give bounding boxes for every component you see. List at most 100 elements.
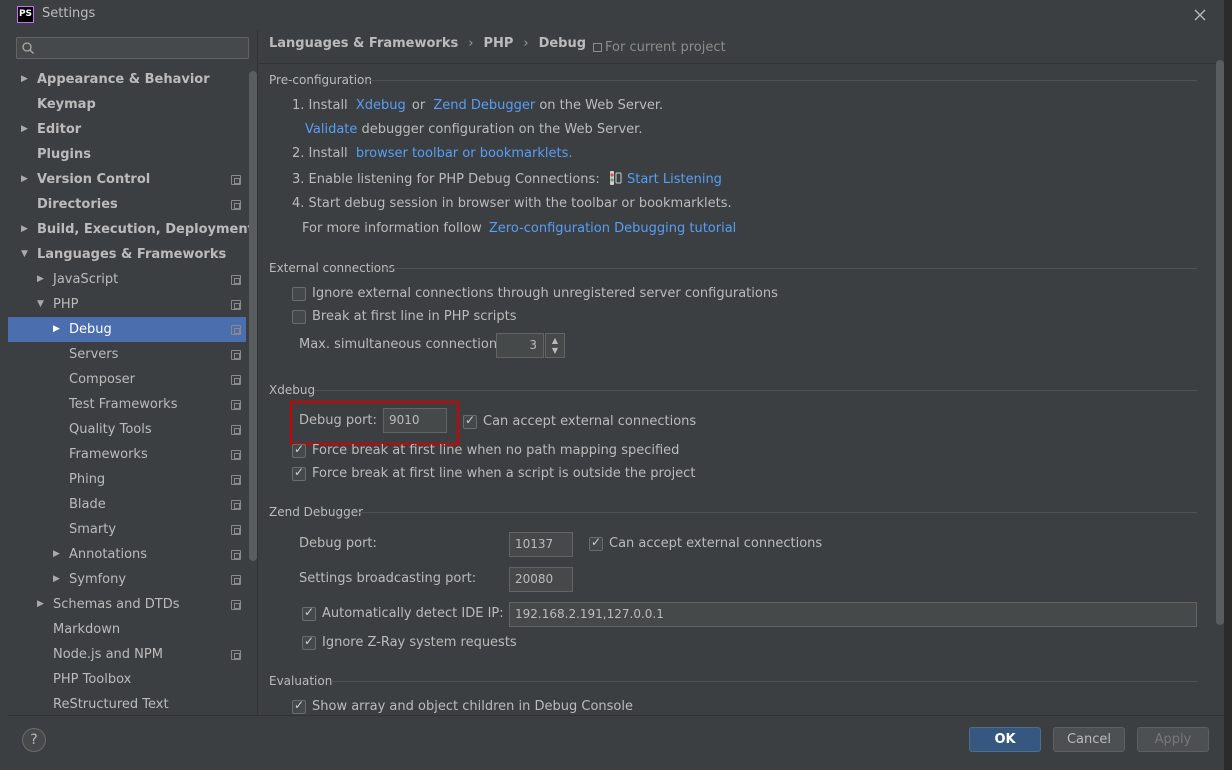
breadcrumb-separator: › bbox=[523, 36, 529, 51]
xdebug-link[interactable]: Xdebug bbox=[356, 98, 406, 113]
force-break-no-mapping-checkbox[interactable] bbox=[292, 442, 306, 458]
more-info-text: For more information follow bbox=[302, 221, 482, 236]
validate-line: Validate debugger configuration on the W… bbox=[305, 122, 642, 137]
sidebar-item-markdown[interactable]: Markdown bbox=[8, 617, 246, 642]
sidebar-item-quality-tools[interactable]: Quality Tools bbox=[8, 417, 246, 442]
xdebug-accept-external-checkbox[interactable] bbox=[463, 413, 477, 429]
collapsed-arrow-icon[interactable]: ▶ bbox=[37, 592, 47, 617]
force-break-outside-project-label: Force break at first line when a script … bbox=[312, 466, 696, 481]
more-info-line: For more information follow Zero-configu… bbox=[302, 221, 736, 236]
zero-config-tutorial-link[interactable]: Zero-configuration Debugging tutorial bbox=[489, 221, 736, 236]
ok-button[interactable]: OK bbox=[969, 727, 1041, 752]
max-connections-stepper[interactable]: ▲ ▼ bbox=[545, 333, 565, 358]
sidebar-item-label: Version Control bbox=[37, 172, 151, 187]
sidebar-item-annotations[interactable]: ▶ Annotations bbox=[8, 542, 246, 567]
zend-accept-external-label: Can accept external connections bbox=[609, 536, 823, 551]
sidebar-item-javascript[interactable]: ▶ JavaScript bbox=[8, 267, 246, 292]
ignore-zray-checkbox[interactable] bbox=[302, 634, 316, 650]
debug-settings-panel: Languages & Frameworks › PHP › Debug For cur… bbox=[259, 30, 1224, 715]
search-input[interactable] bbox=[16, 37, 249, 59]
sidebar-item-languages-frameworks[interactable]: ▼ Languages & Frameworks bbox=[8, 242, 246, 267]
collapsed-arrow-icon[interactable]: ▶ bbox=[21, 217, 31, 242]
cancel-button[interactable]: Cancel bbox=[1053, 727, 1125, 752]
collapsed-arrow-icon[interactable]: ▶ bbox=[53, 317, 63, 342]
project-scope-icon bbox=[231, 650, 241, 660]
sidebar-item-directories[interactable]: Directories bbox=[8, 192, 246, 217]
sidebar-item-restructured-text[interactable]: ReStructured Text bbox=[8, 692, 246, 717]
sidebar-item-label: Quality Tools bbox=[69, 422, 152, 437]
sidebar-item-label: Directories bbox=[37, 197, 118, 212]
browser-toolbar-link[interactable]: browser toolbar or bookmarklets. bbox=[356, 146, 573, 161]
broadcast-port-input[interactable]: 20080 bbox=[509, 567, 573, 592]
sidebar-item-blade[interactable]: Blade bbox=[8, 492, 246, 517]
zend-debugger-link[interactable]: Zend Debugger bbox=[433, 98, 535, 113]
expanded-arrow-icon[interactable]: ▼ bbox=[21, 242, 31, 267]
apply-button[interactable]: Apply bbox=[1137, 727, 1209, 752]
sidebar-item-schemas-and-dtds[interactable]: ▶ Schemas and DTDs bbox=[8, 592, 246, 617]
xdebug-port-label: Debug port: bbox=[299, 413, 377, 428]
sidebar-item-plugins[interactable]: Plugins bbox=[8, 142, 246, 167]
sidebar-item-label: Phing bbox=[69, 472, 106, 487]
project-scope-icon bbox=[231, 325, 241, 335]
sidebar-item-label: ReStructured Text bbox=[53, 697, 169, 712]
sidebar-item-label: Symfony bbox=[69, 572, 127, 587]
sidebar-item-build-execution-deployment[interactable]: ▶ Build, Execution, Deployment bbox=[8, 217, 254, 242]
collapsed-arrow-icon[interactable]: ▶ bbox=[53, 542, 63, 567]
start-listening-link[interactable]: Start Listening bbox=[627, 172, 722, 187]
ignore-external-checkbox[interactable] bbox=[292, 287, 306, 301]
sidebar-item-servers[interactable]: Servers bbox=[8, 342, 246, 367]
help-button[interactable]: ? bbox=[22, 728, 46, 752]
sidebar-item-composer[interactable]: Composer bbox=[8, 367, 246, 392]
project-scope-icon bbox=[231, 375, 241, 385]
zend-accept-external-checkbox[interactable] bbox=[589, 535, 603, 551]
sidebar-item-label: Editor bbox=[37, 122, 82, 137]
force-break-outside-project-checkbox[interactable] bbox=[292, 465, 306, 481]
zend-debugger-title: Zend Debugger bbox=[269, 505, 364, 519]
sidebar-item-test-frameworks[interactable]: Test Frameworks bbox=[8, 392, 246, 417]
xdebug-port-input[interactable]: 9010 bbox=[383, 408, 447, 433]
sidebar-item-smarty[interactable]: Smarty bbox=[8, 517, 246, 542]
phpstorm-logo-icon: PS bbox=[17, 6, 34, 23]
collapsed-arrow-icon[interactable]: ▶ bbox=[21, 67, 31, 92]
xdebug-title: Xdebug bbox=[269, 383, 316, 397]
show-array-children-checkbox[interactable] bbox=[292, 698, 306, 714]
spinner-up-icon[interactable]: ▲ bbox=[546, 336, 564, 346]
collapsed-arrow-icon[interactable]: ▶ bbox=[53, 567, 63, 592]
close-icon[interactable] bbox=[1191, 6, 1209, 24]
sidebar-item-version-control[interactable]: ▶ Version Control bbox=[8, 167, 246, 192]
zend-port-input[interactable]: 10137 bbox=[509, 532, 573, 557]
max-connections-input[interactable]: 3 bbox=[496, 333, 544, 358]
spinner-down-icon[interactable]: ▼ bbox=[546, 346, 564, 356]
collapsed-arrow-icon[interactable]: ▶ bbox=[37, 267, 47, 292]
sidebar-item-symfony[interactable]: ▶ Symfony bbox=[8, 567, 246, 592]
main-scrollbar[interactable] bbox=[1216, 60, 1224, 625]
project-scope-icon bbox=[231, 500, 241, 510]
dialog-footer: ? OK Cancel Apply bbox=[8, 715, 1224, 765]
break-first-line-checkbox[interactable] bbox=[292, 310, 306, 324]
sidebar-item-editor[interactable]: ▶ Editor bbox=[8, 117, 246, 142]
validate-link[interactable]: Validate bbox=[305, 122, 357, 137]
sidebar-item-node-js-and-npm[interactable]: Node.js and NPM bbox=[8, 642, 246, 667]
collapsed-arrow-icon[interactable]: ▶ bbox=[21, 117, 31, 142]
sidebar-scrollbar[interactable] bbox=[249, 71, 257, 561]
window-edge bbox=[1224, 0, 1232, 770]
sidebar-item-label: Appearance & Behavior bbox=[37, 72, 210, 87]
sidebar-item-keymap[interactable]: Keymap bbox=[8, 92, 246, 117]
expanded-arrow-icon[interactable]: ▼ bbox=[37, 292, 47, 317]
sidebar-item-label: Annotations bbox=[69, 547, 148, 562]
ide-ip-input[interactable]: 192.168.2.191,127.0.0.1 bbox=[509, 602, 1197, 627]
sidebar-item-appearance-behavior[interactable]: ▶ Appearance & Behavior bbox=[8, 67, 246, 92]
sidebar-item-php[interactable]: ▼ PHP bbox=[8, 292, 246, 317]
sidebar-item-phing[interactable]: Phing bbox=[8, 467, 246, 492]
sidebar-item-label: PHP Toolbox bbox=[53, 672, 132, 687]
sidebar-item-debug[interactable]: ▶ Debug bbox=[8, 317, 246, 342]
collapsed-arrow-icon[interactable]: ▶ bbox=[21, 167, 31, 192]
scope-text: For current project bbox=[605, 40, 726, 55]
step-2-text: 2. Install bbox=[292, 146, 348, 161]
sidebar-item-frameworks[interactable]: Frameworks bbox=[8, 442, 246, 467]
sidebar-item-label: Languages & Frameworks bbox=[37, 247, 227, 262]
sidebar-item-label: Frameworks bbox=[69, 447, 148, 462]
auto-detect-ip-checkbox[interactable] bbox=[302, 605, 316, 621]
sidebar-item-php-toolbox[interactable]: PHP Toolbox bbox=[8, 667, 246, 692]
divider bbox=[357, 512, 1197, 513]
